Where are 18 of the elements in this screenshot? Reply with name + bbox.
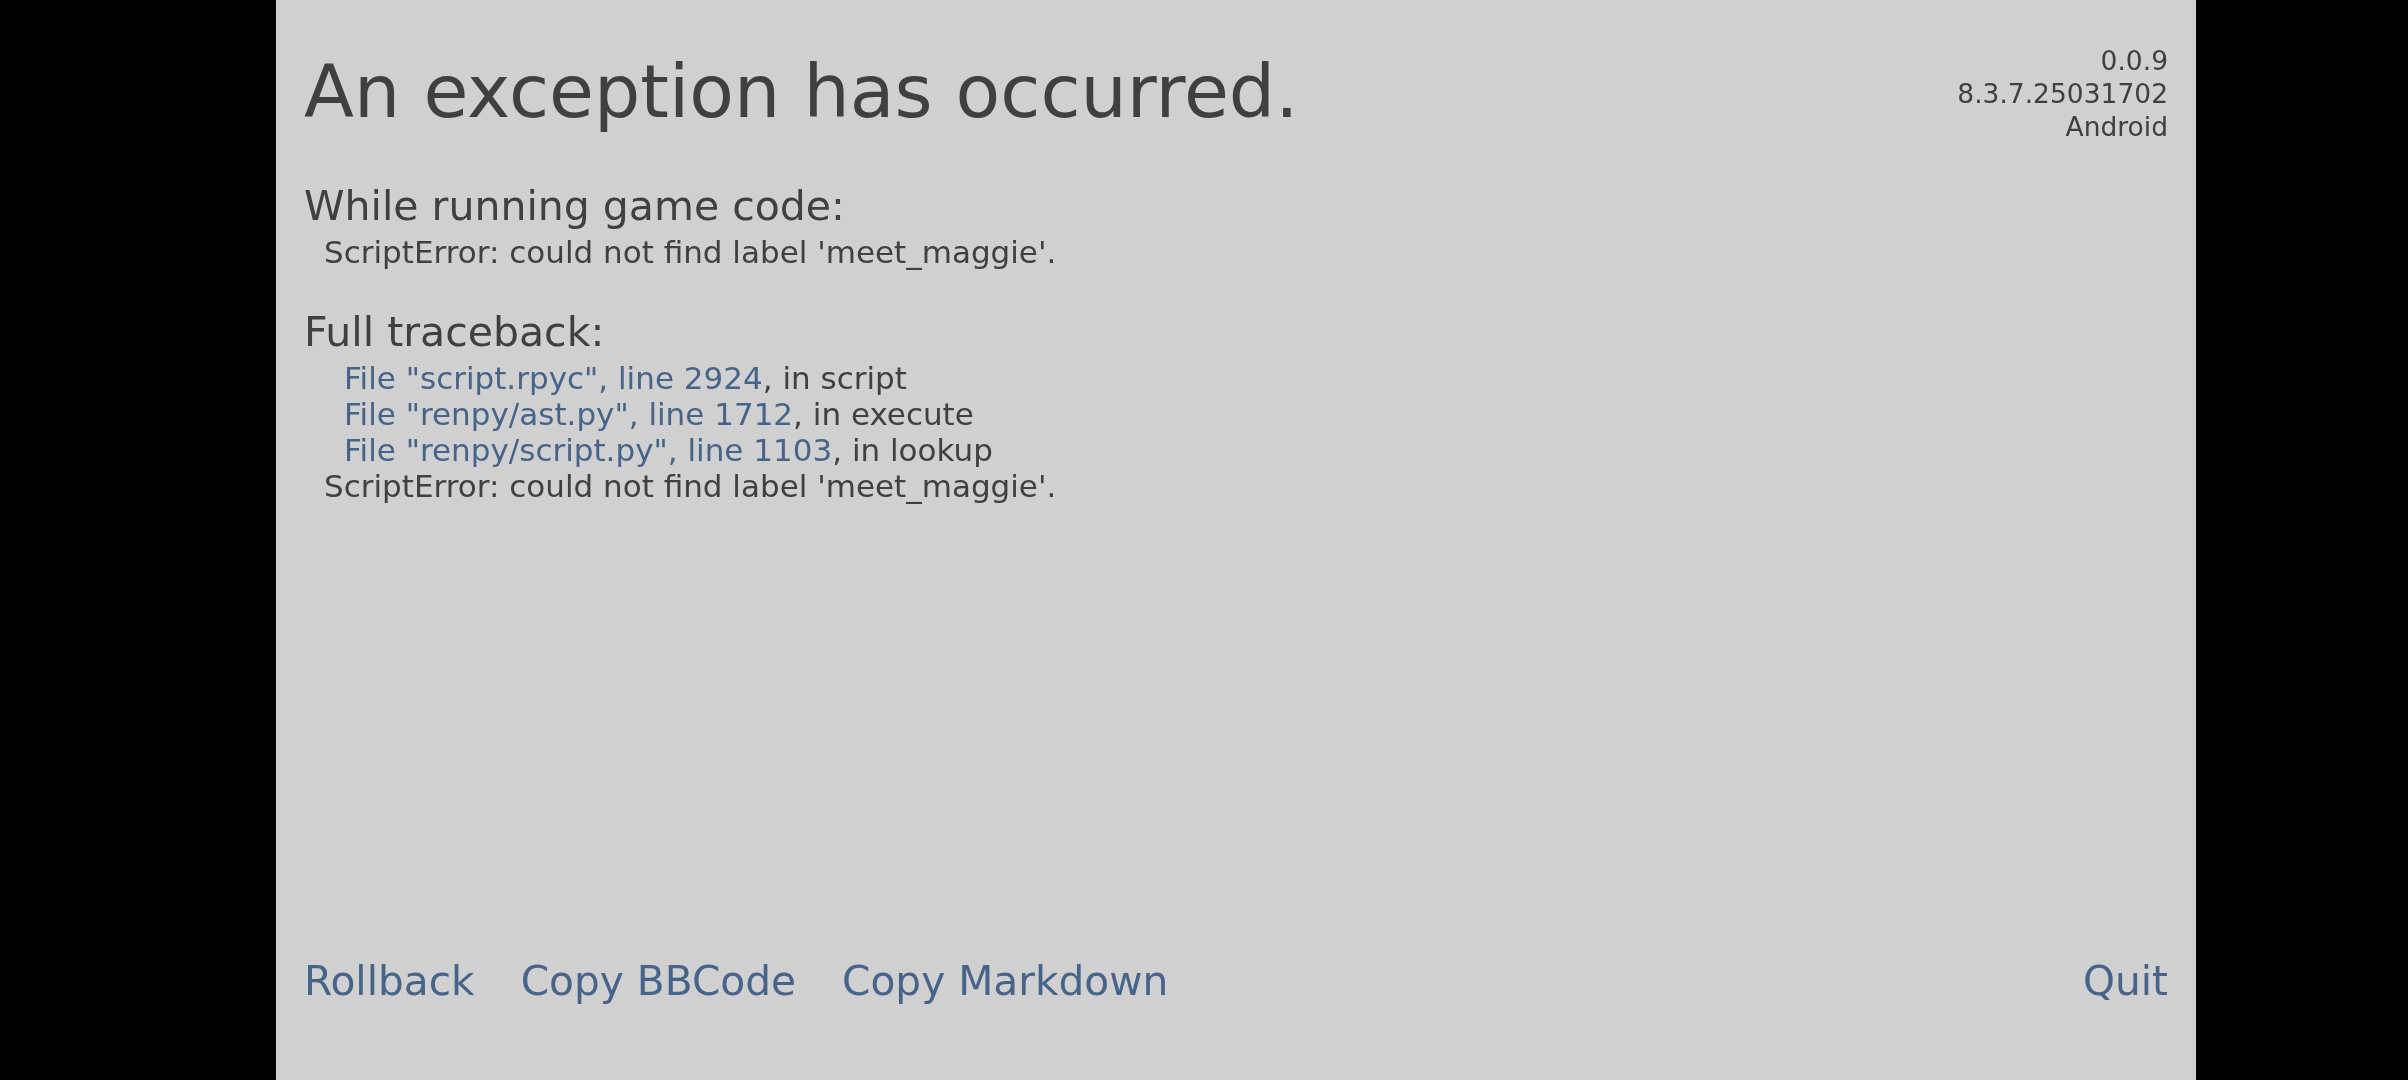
section-heading: Full traceback:	[304, 308, 605, 356]
version-info-text: 0.0.9	[2100, 44, 2168, 77]
action-button[interactable]: Copy BBCode	[520, 957, 797, 1005]
error-message: ScriptError: could not find label 'meet_maggie'.	[323, 468, 1057, 504]
file-link[interactable]: File "script.rpyc", line 2924	[344, 360, 763, 396]
action-button[interactable]: Rollback	[304, 957, 475, 1005]
traceback-line: File "renpy/script.py", line 1103, in lookup	[343, 432, 993, 468]
version-info-text: 8.3.7.25031702	[1957, 77, 2168, 110]
traceback-line: File "renpy/ast.py", line 1712, in execute	[343, 396, 974, 432]
file-link[interactable]: File "renpy/ast.py", line 1712	[344, 396, 794, 432]
file-link[interactable]: File "renpy/script.py", line 1103	[344, 432, 833, 468]
version-info-text: Android	[2065, 110, 2168, 143]
traceback-line: File "script.rpyc", line 2924, in script	[343, 360, 907, 396]
quit-button[interactable]: Quit	[2082, 957, 2168, 1005]
error-message: ScriptError: could not find label 'meet_maggie'.	[323, 234, 1057, 270]
action-button[interactable]: Copy Markdown	[842, 957, 1169, 1005]
section-heading: While running game code:	[304, 182, 845, 230]
error-title: An exception has occurred.	[304, 50, 1299, 134]
